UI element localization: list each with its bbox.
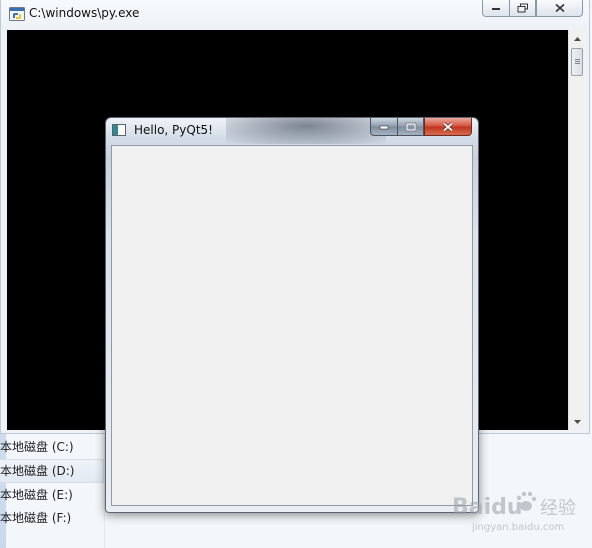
qt-window-icon[interactable] bbox=[112, 124, 126, 136]
pyqt-close-button[interactable] bbox=[424, 118, 472, 136]
scroll-down-icon bbox=[573, 419, 581, 424]
pyqt-window-title: Hello, PyQt5! bbox=[134, 123, 213, 137]
console-minimize-button[interactable] bbox=[482, 0, 510, 17]
maximize-icon bbox=[517, 3, 528, 13]
drive-item-e[interactable]: 本地磁盘 (E:) bbox=[0, 484, 104, 506]
drive-item-f[interactable]: 本地磁盘 (F:) bbox=[0, 507, 104, 529]
scroll-up-icon bbox=[573, 36, 581, 41]
minimize-icon bbox=[492, 8, 500, 10]
scroll-up-button[interactable] bbox=[569, 30, 585, 47]
console-maximize-button[interactable] bbox=[509, 0, 536, 17]
console-scrollbar[interactable] bbox=[568, 30, 585, 430]
close-icon bbox=[443, 122, 453, 131]
pyqt-client-area[interactable] bbox=[111, 145, 473, 506]
baidu-jingyan-watermark: Baidu 经验 jingyan.baidu.com bbox=[452, 486, 590, 534]
drive-item-d[interactable]: 本地磁盘 (D:) bbox=[0, 459, 104, 483]
console-titlebar[interactable]: C:\windows\py.exe bbox=[1, 0, 591, 29]
drive-list: 本地磁盘 (C:) 本地磁盘 (D:) 本地磁盘 (E:) 本地磁盘 (F:) bbox=[0, 436, 104, 530]
pyqt-minimize-button[interactable] bbox=[370, 118, 398, 136]
python-icon[interactable] bbox=[9, 7, 25, 21]
pyqt-window: Hello, PyQt5! bbox=[105, 117, 479, 513]
maximize-icon bbox=[405, 122, 416, 131]
minimize-icon bbox=[379, 125, 389, 129]
close-icon bbox=[554, 3, 565, 13]
scroll-down-button[interactable] bbox=[569, 413, 585, 430]
console-close-button[interactable] bbox=[536, 0, 583, 17]
scroll-thumb[interactable] bbox=[571, 48, 583, 76]
console-title: C:\windows\py.exe bbox=[29, 6, 140, 20]
drive-item-c[interactable]: 本地磁盘 (C:) bbox=[0, 436, 104, 458]
watermark-chinese: 经验 bbox=[540, 498, 576, 519]
watermark-url: jingyan.baidu.com bbox=[471, 522, 564, 533]
pyqt-maximize-button[interactable] bbox=[397, 118, 424, 136]
watermark-brand: Baidu bbox=[452, 495, 523, 520]
titlebar-glass-shade bbox=[226, 118, 386, 144]
